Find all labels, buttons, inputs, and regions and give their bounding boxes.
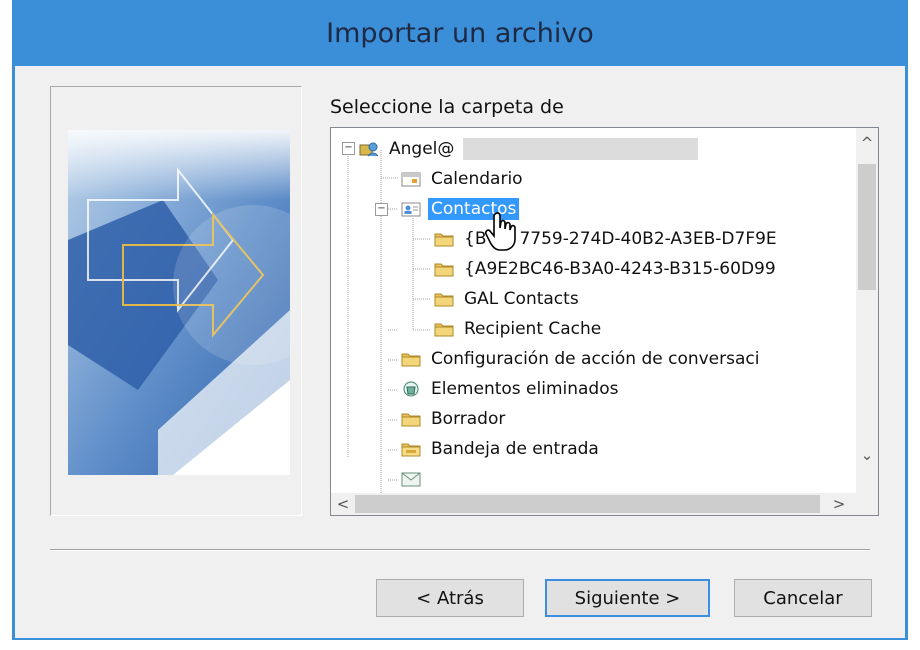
calendar-icon [401, 172, 421, 187]
vertical-scrollbar[interactable]: ^ ⌄ [856, 128, 878, 493]
folder-icon [401, 353, 421, 367]
tree-item-elementos-eliminados[interactable]: Elementos eliminados [401, 374, 621, 404]
contacts-icon [401, 202, 421, 217]
back-button[interactable]: < Atrás [376, 579, 524, 617]
tree-item-label: Calendario [431, 169, 523, 189]
scroll-right-arrow-icon[interactable]: > [831, 495, 847, 513]
scroll-down-arrow-icon[interactable]: ⌄ [856, 446, 878, 464]
tree-item-label: Configuración de acción de conversaci [431, 349, 760, 369]
folder-icon [434, 263, 454, 277]
folder-icon [434, 233, 454, 247]
tree-item-gal-contacts[interactable]: GAL Contacts [434, 284, 582, 314]
folder-tree[interactable]: − − Angel@ Calendario Contactos {B 7759-2… [330, 127, 879, 516]
tree-item-label: Angel@ [389, 139, 455, 159]
tree-item-calendario[interactable]: Calendario [401, 164, 526, 194]
redacted-email [463, 138, 699, 160]
tree-item-label: Borrador [431, 409, 506, 429]
tree-item-label: {A9E2BC46-B3A0-4243-B315-60D99 [464, 259, 776, 279]
tree-item-recipient-cache[interactable]: Recipient Cache [434, 314, 604, 344]
import-dialog-window: Importar un archivo Seleccione la carpet… [12, 0, 908, 640]
folder-prompt-label: Seleccione la carpeta de [330, 96, 564, 118]
window-title: Importar un archivo [326, 17, 594, 49]
wizard-side-panel [50, 86, 302, 516]
inbox-icon [401, 443, 421, 457]
account-icon [359, 142, 379, 157]
tree-item-account[interactable]: Angel@ [359, 134, 699, 164]
collapse-toggle[interactable]: − [342, 142, 355, 155]
next-button[interactable]: Siguiente > [545, 579, 710, 617]
tree-item-partially-hidden[interactable] [401, 464, 428, 494]
tree-item-label: GAL Contacts [464, 289, 579, 309]
tree-item-borrador[interactable]: Borrador [401, 404, 508, 434]
horizontal-scrollbar[interactable]: < > [331, 493, 856, 515]
tree-item-configuracion[interactable]: Configuración de acción de conversaci [401, 344, 762, 374]
folder-icon [434, 323, 454, 337]
tree-item-label: Recipient Cache [464, 319, 602, 339]
recycle-bin-icon [403, 381, 419, 397]
tree-item-label: Bandeja de entrada [431, 439, 599, 459]
scroll-up-arrow-icon[interactable]: ^ [856, 134, 878, 152]
tree-item-label: Elementos eliminados [431, 379, 619, 399]
hand-pointer-cursor-icon [485, 212, 516, 251]
wizard-banner-image [68, 130, 290, 475]
mail-folder-icon [401, 472, 421, 487]
scrollbar-corner [856, 493, 878, 515]
tree-item-label-continued: 7759-274D-40B2-A3EB-D7F9E [519, 229, 777, 249]
folder-icon [434, 293, 454, 307]
collapse-toggle[interactable]: − [375, 203, 388, 216]
tree-item-bandeja-de-entrada[interactable]: Bandeja de entrada [401, 434, 602, 464]
tree-item-folder[interactable]: {A9E2BC46-B3A0-4243-B315-60D99 [434, 254, 779, 284]
scroll-left-arrow-icon[interactable]: < [335, 495, 351, 513]
button-separator [50, 549, 870, 551]
cancel-button[interactable]: Cancelar [734, 579, 872, 617]
vertical-scroll-thumb[interactable] [858, 164, 876, 290]
dialog-client-area: Seleccione la carpeta de − − Angel@ Cale… [15, 66, 905, 638]
horizontal-scroll-thumb[interactable] [355, 495, 820, 513]
folder-icon [401, 413, 421, 427]
